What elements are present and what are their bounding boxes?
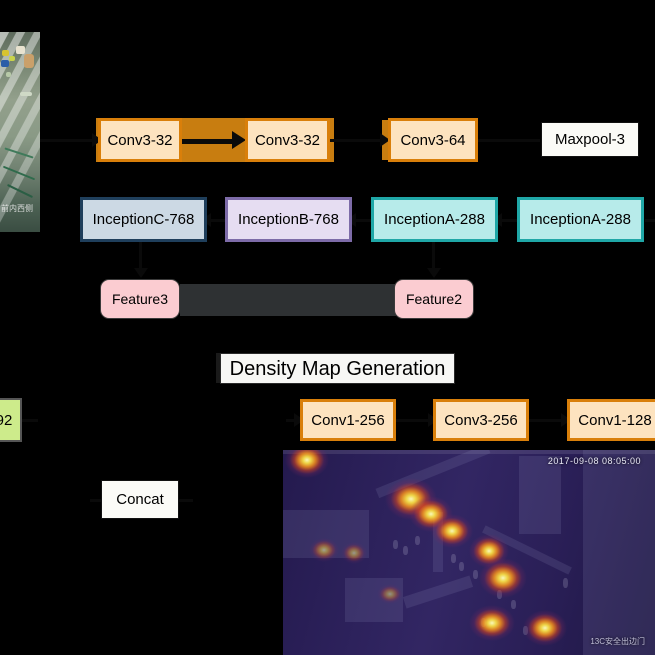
edge-conv2-to-conv64 [330,139,384,142]
arrow-incC-to-feature3 [134,268,148,278]
node-conv3-32-a-label: Conv3-32 [107,131,173,149]
edge-conv1-to-conv2 [182,139,238,144]
node-inceptionB-768-label: InceptionB-768 [238,211,339,228]
edge-green-out [22,419,38,422]
heatmap-hotspot [341,542,367,564]
node-feature2[interactable]: Feature2 [394,279,474,319]
arrow-incA1-to-feature2 [427,268,441,278]
scene-watermark: 前内西侧 [1,204,33,213]
heatmap-hotspot [479,558,527,598]
diagram-canvas: 前内西侧 Conv3-32 Conv3-32 Conv3-64 Maxpool-… [0,0,655,655]
node-conv3-256-label: Conv3-256 [444,411,518,429]
heatmap-hotspot [523,610,567,646]
node-inceptionC-768[interactable]: InceptionC-768 [80,197,207,242]
edge-conv64-to-maxpool [478,139,540,142]
node-density-map-generation-label: Density Map Generation [229,357,446,380]
node-conv3-64[interactable]: Conv3-64 [388,118,478,162]
node-feature3[interactable]: Feature3 [100,279,180,319]
node-inceptionA-288-a[interactable]: InceptionA-288 [371,197,498,242]
node-maxpool-3-label: Maxpool-3 [554,131,626,148]
node-inceptionA-288-b[interactable]: InceptionA-288 [517,197,644,242]
node-conv3-32-b[interactable]: Conv3-32 [245,118,330,162]
edge-maxpool-to-incA2 [645,219,655,222]
node-maxpool-3[interactable]: Maxpool-3 [541,122,639,157]
heatmap-watermark: 13C安全出边门 [590,637,645,646]
node-concat-label: Concat [116,491,164,508]
edge-in-to-conv1 [40,139,98,142]
feature-link-bar [180,284,396,316]
scene-detail [0,32,40,232]
arrow-conv1-to-conv2 [232,131,246,149]
node-feature2-label: Feature2 [405,291,463,307]
node-conv1-256[interactable]: Conv1-256 [300,399,396,441]
node-concat[interactable]: Concat [101,480,179,519]
node-feature3-label: Feature3 [111,291,169,307]
node-conv3-32-b-label: Conv3-32 [254,131,321,149]
node-conv3-256[interactable]: Conv3-256 [433,399,529,441]
heatmap-hotspot [309,538,339,562]
node-conv3-64-label: Conv3-64 [400,131,466,149]
node-density-map-generation[interactable]: Density Map Generation [220,353,455,384]
node-green-partial[interactable]: 92 [0,398,22,442]
node-green-partial-label: 92 [0,411,13,429]
node-conv1-256-label: Conv1-256 [311,411,385,429]
heatmap-timestamp: 2017-09-08 08:05:00 [547,456,641,466]
node-conv1-128-label: Conv1-128 [578,411,652,429]
density-heatmap: 2017-09-08 08:05:00 13C安全出边门 [283,450,655,655]
heatmap-hotspot [377,584,403,604]
heatmap-hotspot [469,605,515,641]
heatmap-hotspot [431,514,473,548]
node-inceptionC-768-label: InceptionC-768 [92,211,195,228]
node-conv3-32-a[interactable]: Conv3-32 [98,118,182,162]
node-inceptionA-288-a-label: InceptionA-288 [384,211,485,228]
edge-concat-right [179,499,193,502]
input-scene-crop: 前内西侧 [0,32,40,232]
node-inceptionA-288-b-label: InceptionA-288 [530,211,631,228]
node-conv1-128[interactable]: Conv1-128 [567,399,655,441]
node-inceptionB-768[interactable]: InceptionB-768 [225,197,352,242]
